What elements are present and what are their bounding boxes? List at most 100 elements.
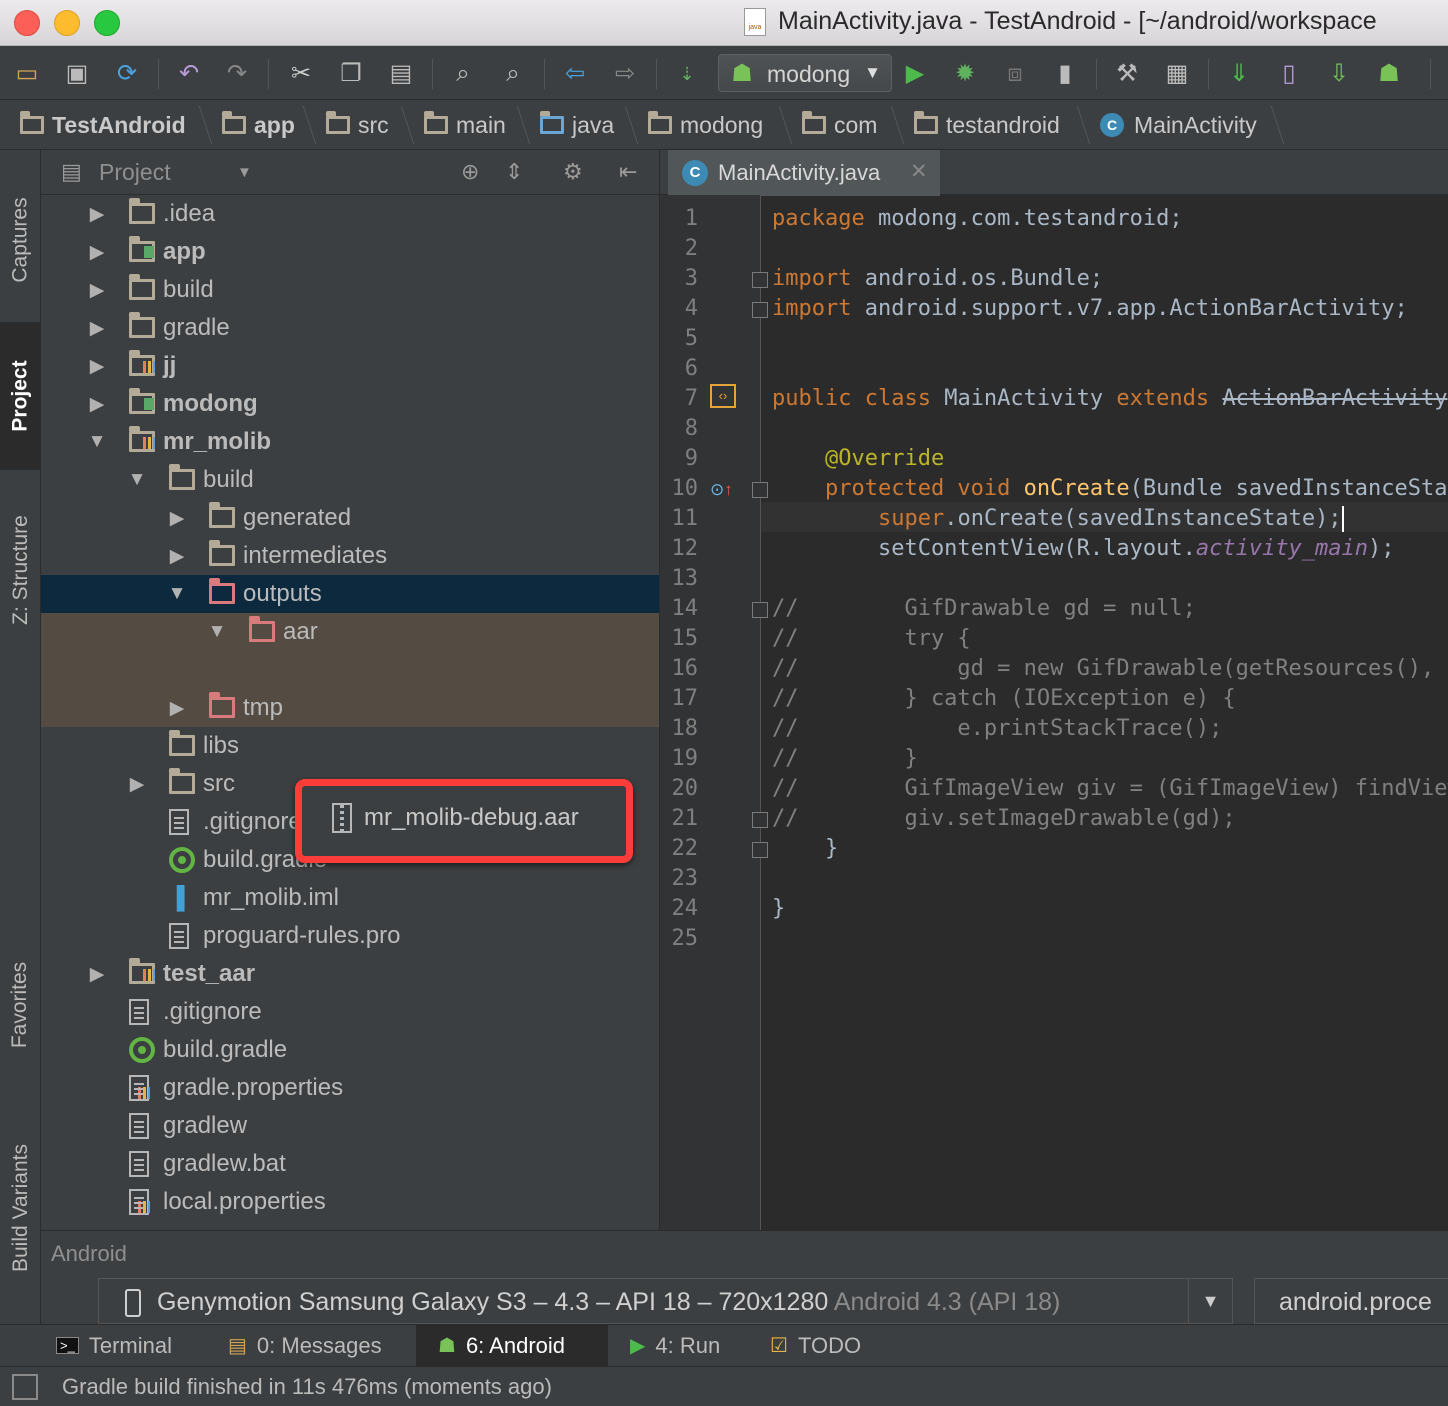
tab-messages[interactable]: ▤ 0: Messages — [228, 1325, 396, 1366]
tab-run[interactable]: ▶ 4: Run — [630, 1325, 734, 1366]
tab-build-variants[interactable]: Build Variants — [0, 1110, 41, 1306]
collapsed-arrow-icon[interactable]: ▶ — [167, 545, 187, 568]
run-configuration-select[interactable]: ☗ modong ▼ — [718, 54, 892, 92]
layout-preview-icon[interactable]: ‹› — [710, 384, 736, 408]
debug-icon[interactable]: ✹ — [950, 59, 980, 89]
breadcrumb-modong[interactable]: modong — [648, 110, 763, 140]
hide-panel-icon[interactable]: ⇤ — [619, 159, 637, 185]
tree-item[interactable]: ▼ aar — [41, 613, 659, 651]
sync-gradle-icon[interactable]: ⇓ — [1224, 59, 1254, 89]
tree-item[interactable]: ▶ gradle — [41, 309, 659, 347]
tree-item[interactable]: ▼ outputs — [41, 575, 659, 613]
tab-android[interactable]: ☗ 6: Android — [416, 1325, 608, 1366]
sdk-manager-icon[interactable]: ⇩ — [1324, 59, 1354, 89]
tree-item[interactable]: ▐ mr_molib.iml — [41, 879, 659, 917]
sync-icon[interactable]: ⟳ — [112, 59, 142, 89]
avd-manager-icon[interactable]: ▯ — [1274, 59, 1304, 89]
collapsed-arrow-icon[interactable]: ▶ — [87, 203, 107, 226]
chevron-down-icon[interactable]: ▼ — [1188, 1279, 1232, 1323]
tab-structure[interactable]: Z: Structure — [0, 480, 41, 660]
expanded-arrow-icon[interactable]: ▼ — [127, 469, 147, 491]
paste-icon[interactable]: ▤ — [386, 59, 416, 89]
collapsed-arrow-icon[interactable]: ▶ — [87, 279, 107, 302]
highlighted-file-callout[interactable]: mr_molib-debug.aar — [295, 779, 633, 863]
redo-icon[interactable]: ↷ — [222, 59, 252, 89]
fold-marker-icon[interactable] — [752, 842, 768, 858]
breadcrumb-testandroid-package[interactable]: testandroid — [914, 110, 1060, 140]
breadcrumb-testandroid[interactable]: TestAndroid — [20, 110, 186, 140]
close-icon[interactable]: ✕ — [910, 159, 928, 184]
collapsed-arrow-icon[interactable]: ▶ — [87, 355, 107, 378]
stop-icon[interactable]: ▮ — [1050, 59, 1080, 89]
tree-item[interactable]: local.properties — [41, 1183, 659, 1221]
expanded-arrow-icon[interactable]: ▼ — [87, 431, 107, 453]
collapsed-arrow-icon[interactable]: ▶ — [167, 507, 187, 530]
zoom-window-button[interactable] — [94, 10, 120, 36]
find-icon[interactable]: ⌕ — [448, 59, 478, 89]
cut-icon[interactable]: ✂ — [286, 59, 316, 89]
tree-item[interactable]: ▶ intermediates — [41, 537, 659, 575]
breadcrumb-main[interactable]: main — [424, 110, 506, 140]
save-icon[interactable]: ▣ — [62, 59, 92, 89]
tree-item[interactable]: ▶ tmp — [41, 689, 659, 727]
tree-item[interactable] — [41, 651, 659, 689]
collapsed-arrow-icon[interactable]: ▶ — [87, 241, 107, 264]
fold-marker-icon[interactable] — [752, 272, 768, 288]
tree-item[interactable]: ▶ modong — [41, 385, 659, 423]
device-select[interactable]: Genymotion Samsung Galaxy S3 – 4.3 – API… — [98, 1278, 1233, 1324]
collapsed-arrow-icon[interactable]: ▶ — [127, 773, 147, 796]
collapsed-arrow-icon[interactable]: ▶ — [87, 963, 107, 986]
breadcrumb-src[interactable]: src — [326, 110, 389, 140]
tree-item[interactable]: ▶ build — [41, 271, 659, 309]
tree-item[interactable]: ▼ build — [41, 461, 659, 499]
fold-marker-icon[interactable] — [752, 482, 768, 498]
fold-marker-icon[interactable] — [752, 812, 768, 828]
breadcrumb-mainactivity[interactable]: C MainActivity — [1100, 110, 1257, 140]
tab-favorites[interactable]: Favorites — [0, 932, 41, 1078]
breadcrumb-java[interactable]: java — [540, 110, 614, 140]
run-icon[interactable]: ▶ — [900, 59, 930, 89]
attach-debugger-icon[interactable]: ⧈ — [1000, 59, 1030, 89]
tree-item[interactable]: gradlew.bat — [41, 1145, 659, 1183]
tree-item[interactable]: ▶ app — [41, 233, 659, 271]
collapsed-arrow-icon[interactable]: ▶ — [167, 697, 187, 720]
tab-project[interactable]: Project — [0, 322, 41, 470]
tab-captures[interactable]: Captures — [0, 160, 41, 320]
tree-item[interactable]: ▶ test_aar — [41, 955, 659, 993]
tree-item[interactable]: libs — [41, 727, 659, 765]
tree-item[interactable]: gradlew — [41, 1107, 659, 1145]
open-folder-icon[interactable]: ▭ — [12, 59, 42, 89]
tree-item[interactable]: ▶ jj — [41, 347, 659, 385]
tree-item[interactable]: proguard-rules.pro — [41, 917, 659, 955]
minimize-window-button[interactable] — [54, 10, 80, 36]
project-structure-icon[interactable]: ▦ — [1162, 59, 1192, 89]
expanded-arrow-icon[interactable]: ▼ — [207, 621, 227, 643]
expanded-arrow-icon[interactable]: ▼ — [167, 583, 187, 605]
copy-icon[interactable]: ❐ — [336, 59, 366, 89]
forward-icon[interactable]: ⇨ — [610, 59, 640, 89]
tree-item[interactable]: ▶ .idea — [41, 195, 659, 233]
gear-icon[interactable]: ⚙ — [563, 159, 583, 185]
project-view-select[interactable]: Project — [99, 159, 171, 186]
chevron-down-icon[interactable]: ▼ — [237, 164, 252, 181]
tab-terminal[interactable]: >_ Terminal — [56, 1325, 186, 1366]
back-icon[interactable]: ⇦ — [560, 59, 590, 89]
collapse-all-icon[interactable]: ⇕ — [505, 159, 523, 185]
tab-todo[interactable]: ☑ TODO — [770, 1325, 875, 1366]
fold-marker-icon[interactable] — [752, 602, 768, 618]
close-window-button[interactable] — [14, 10, 40, 36]
fold-marker-icon[interactable] — [752, 302, 768, 318]
android-monitor-icon[interactable]: ☗ — [1374, 59, 1404, 89]
collapsed-arrow-icon[interactable]: ▶ — [87, 317, 107, 340]
tree-item[interactable]: gradle.properties — [41, 1069, 659, 1107]
tab-mainactivity-java[interactable]: C MainActivity.java ✕ — [668, 150, 940, 196]
process-select[interactable]: android.proce — [1254, 1278, 1448, 1324]
breadcrumb-com[interactable]: com — [802, 110, 877, 140]
tree-item[interactable]: ▶ generated — [41, 499, 659, 537]
replace-icon[interactable]: ⌕ — [498, 59, 528, 89]
tree-item[interactable]: ▼ mr_molib — [41, 423, 659, 461]
sdk-tools-icon[interactable]: ⚒ — [1112, 59, 1142, 89]
tree-item[interactable]: .gitignore — [41, 993, 659, 1031]
tree-item[interactable]: build.gradle — [41, 1031, 659, 1069]
tool-windows-toggle-icon[interactable] — [12, 1374, 38, 1400]
